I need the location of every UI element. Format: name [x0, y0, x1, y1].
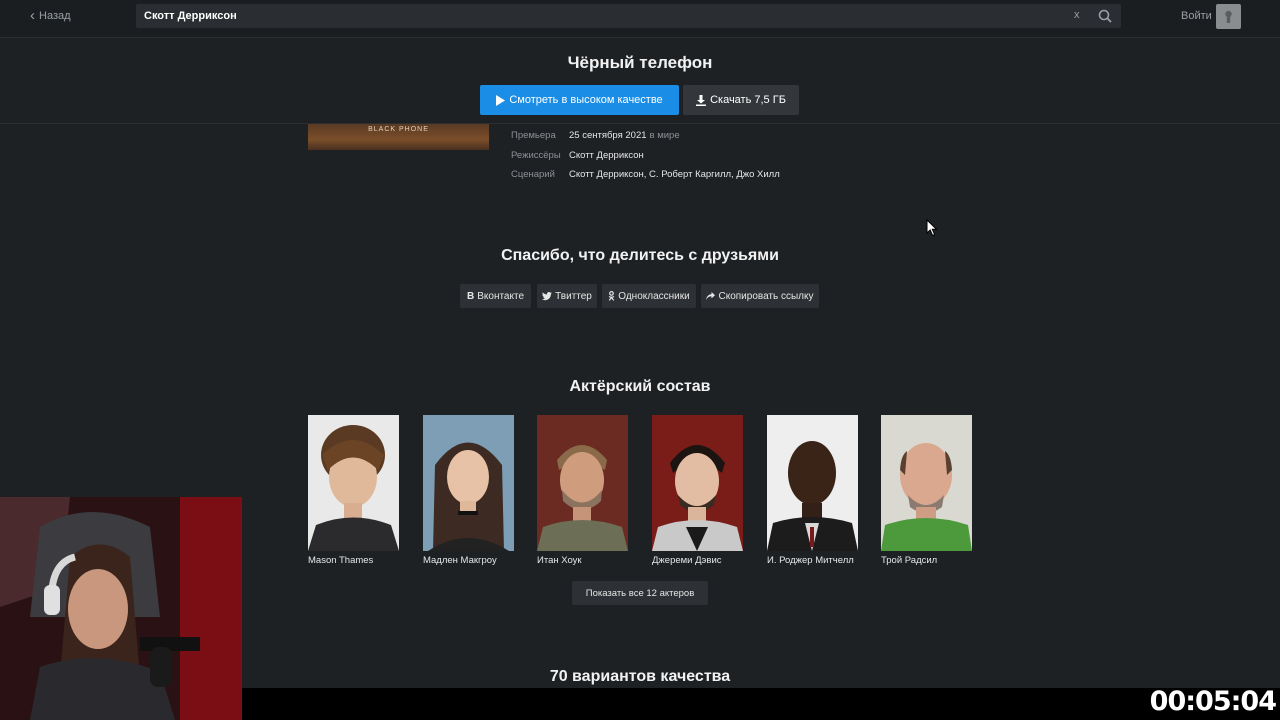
info-suffix: в мире: [649, 130, 680, 141]
info-label: Премьера: [511, 130, 556, 141]
info-value[interactable]: Скотт Дерриксон, С. Роберт Каргилл, Джо …: [569, 169, 780, 180]
actor-photo: [881, 415, 972, 551]
share-label: Твиттер: [555, 290, 592, 302]
chevron-left-icon: ‹: [30, 7, 35, 24]
actor-name: Трой Радсил: [881, 555, 938, 566]
streamer-webcam: [0, 497, 242, 720]
info-row-directors: Режиссёры Скотт Дерриксон: [511, 150, 644, 161]
download-icon: [696, 94, 707, 106]
poster-logo-text: BLACK PHONE: [368, 126, 429, 133]
download-button[interactable]: Скачать 7,5 ГБ: [683, 85, 799, 115]
share-label: Вконтакте: [477, 290, 525, 302]
share-label: Одноклассники: [618, 290, 690, 302]
top-bar: ‹ Назад x Войти: [0, 0, 1280, 38]
share-twitter-button[interactable]: Твиттер: [537, 284, 597, 308]
info-value[interactable]: 25 сентября 2021: [569, 130, 647, 141]
download-label: Скачать 7,5 ГБ: [710, 94, 786, 106]
search-input[interactable]: [144, 4, 1064, 28]
odnoklassniki-icon: [608, 291, 615, 301]
actor-card[interactable]: Трой Радсил: [881, 415, 972, 566]
search-bar: x: [136, 4, 1121, 28]
actor-photo: [537, 415, 628, 551]
mouse-cursor-icon: [926, 219, 938, 237]
movie-title: Чёрный телефон: [567, 53, 713, 72]
copy-link-button[interactable]: Скопировать ссылку: [701, 284, 819, 308]
login-link[interactable]: Войти: [1181, 10, 1212, 22]
actor-card[interactable]: Джереми Дэвис: [652, 415, 743, 566]
actor-card[interactable]: Итан Хоук: [537, 415, 628, 566]
actor-photo: [308, 415, 399, 551]
actor-card[interactable]: Mason Thames: [308, 415, 399, 566]
movie-poster: BLACK PHONE: [308, 124, 489, 150]
movie-header: Чёрный телефон Смотреть в высоком качест…: [0, 39, 1280, 124]
actor-card[interactable]: Мадлен Макгроу: [423, 415, 514, 566]
actor-photo: [423, 415, 514, 551]
search-icon[interactable]: [1098, 9, 1112, 23]
play-icon: [496, 94, 506, 106]
actor-name: Мадлен Макгроу: [423, 555, 497, 566]
user-avatar[interactable]: [1216, 4, 1241, 29]
twitter-icon: [542, 291, 553, 300]
actor-name: Mason Thames: [308, 555, 374, 566]
keyhole-icon: [1225, 10, 1232, 23]
share-title: Спасибо, что делитесь с друзьями: [501, 247, 779, 264]
clear-search-button[interactable]: x: [1074, 9, 1080, 21]
cast-title: Актёрский состав: [569, 378, 711, 395]
info-row-premiere: Премьера 25 сентября 2021 в мире: [511, 130, 680, 141]
info-value[interactable]: Скотт Дерриксон: [569, 150, 644, 161]
actor-photo: [652, 415, 743, 551]
actor-name: Джереми Дэвис: [652, 555, 722, 566]
info-label: Режиссёры: [511, 150, 561, 161]
back-label: Назад: [39, 10, 71, 22]
back-link[interactable]: ‹ Назад: [30, 7, 71, 24]
watch-hq-label: Смотреть в высоком качестве: [509, 94, 663, 106]
share-label: Скопировать ссылку: [718, 290, 814, 302]
vk-icon: В: [466, 290, 475, 302]
actor-name: И. Роджер Митчелл: [767, 555, 854, 566]
show-all-actors-button[interactable]: Показать все 12 актеров: [572, 581, 708, 605]
info-row-screenplay: Сценарий Скотт Дерриксон, С. Роберт Карг…: [511, 169, 780, 180]
share-ok-button[interactable]: Одноклассники: [602, 284, 696, 308]
actor-card[interactable]: И. Роджер Митчелл: [767, 415, 858, 566]
actor-name: Итан Хоук: [537, 555, 582, 566]
actor-photo: [767, 415, 858, 551]
stream-timer: 00:05:04: [1149, 686, 1277, 717]
share-arrow-icon: [706, 291, 716, 300]
info-label: Сценарий: [511, 169, 555, 180]
watch-hq-button[interactable]: Смотреть в высоком качестве: [480, 85, 679, 115]
share-vk-button[interactable]: В Вконтакте: [460, 284, 531, 308]
